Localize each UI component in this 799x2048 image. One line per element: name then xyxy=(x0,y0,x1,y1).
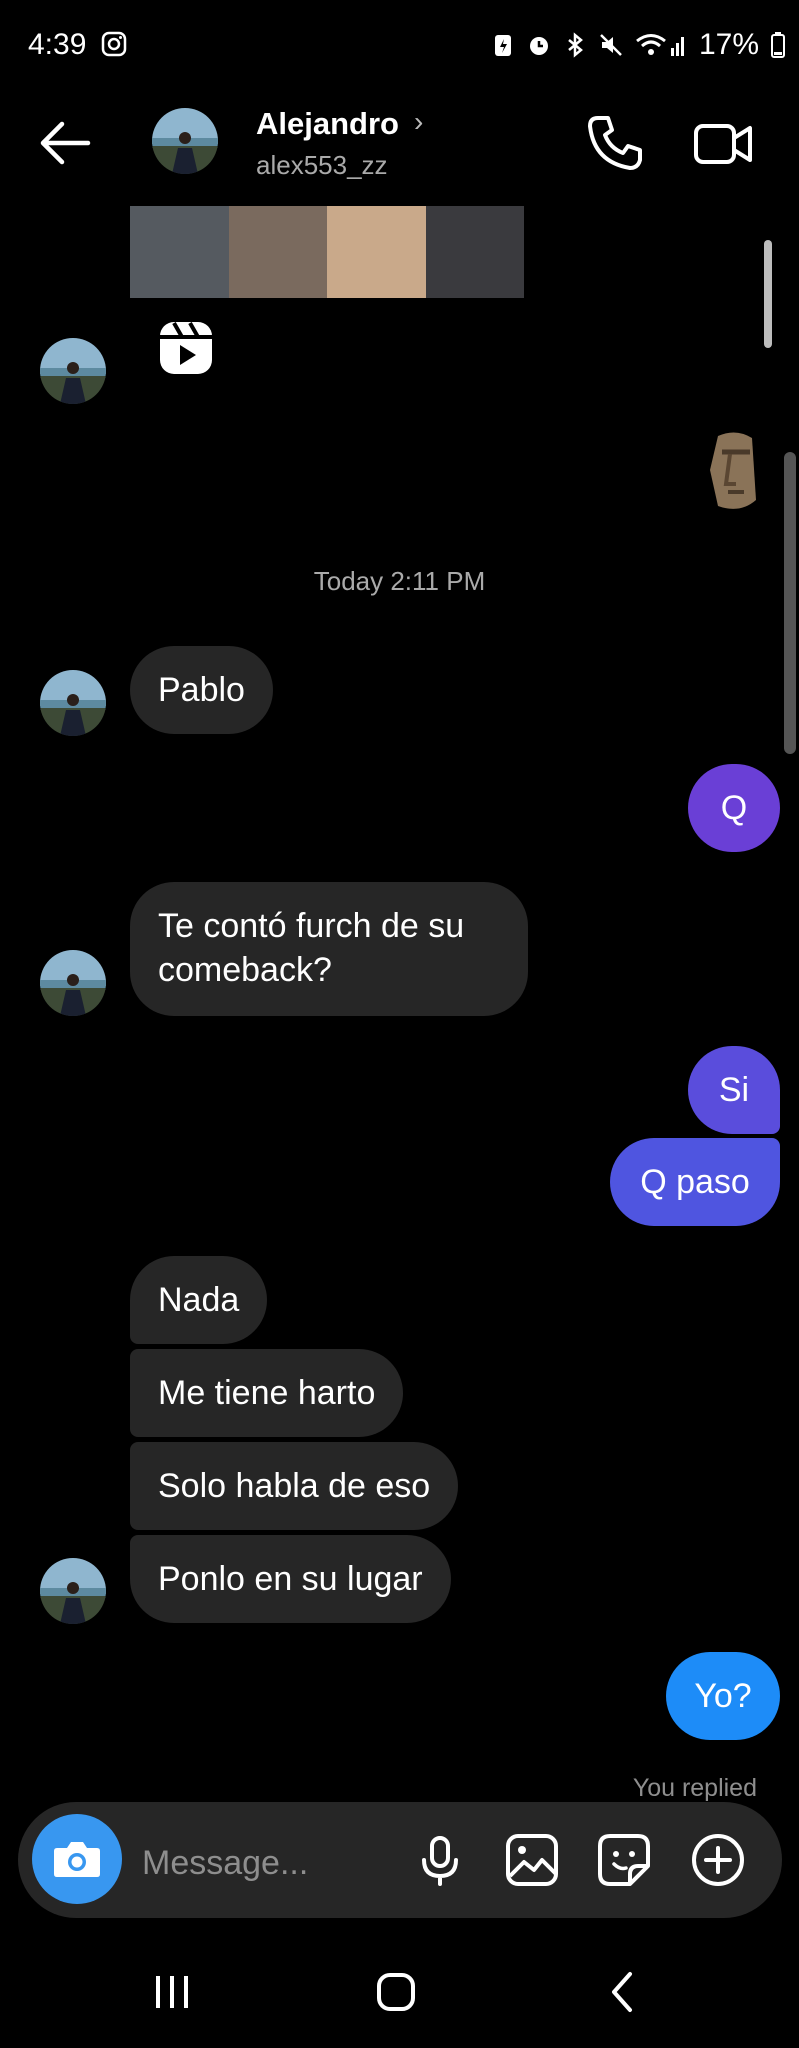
incoming-message[interactable]: Solo habla de eso xyxy=(130,1442,459,1530)
moai-emoji xyxy=(710,432,756,509)
mute-icon xyxy=(600,34,622,56)
avatar[interactable] xyxy=(40,670,106,736)
incoming-message[interactable]: Te contó furch de su comeback? xyxy=(130,882,528,1016)
microphone-icon[interactable] xyxy=(412,1832,468,1888)
scrollbar-track[interactable] xyxy=(784,452,796,754)
outgoing-message[interactable]: Q xyxy=(688,764,780,852)
avatar[interactable] xyxy=(40,950,106,1016)
reel-icon[interactable] xyxy=(158,320,214,376)
phone-icon[interactable] xyxy=(584,112,646,174)
nav-back-icon[interactable] xyxy=(592,1962,652,2022)
contact-name[interactable]: Alejandro xyxy=(256,106,399,142)
bluetooth-icon xyxy=(568,32,583,58)
avatar[interactable] xyxy=(40,1558,106,1624)
battery-percent: 17% xyxy=(698,28,759,61)
camera-icon xyxy=(54,1842,100,1877)
incoming-message[interactable]: Ponlo en su lugar xyxy=(130,1535,451,1623)
incoming-message[interactable]: Pablo xyxy=(130,646,273,734)
video-camera-icon[interactable] xyxy=(692,114,756,174)
shared-media-thumbnail[interactable] xyxy=(130,206,524,298)
message-line: Te contó furch de su xyxy=(158,907,465,945)
recents-icon[interactable] xyxy=(142,1962,202,2022)
status-time: 4:39 xyxy=(28,28,127,62)
incoming-message[interactable]: Me tiene harto xyxy=(130,1349,404,1437)
you-replied-label: You replied xyxy=(632,1774,757,1802)
battery-saver-icon xyxy=(494,35,511,56)
outgoing-message[interactable]: Q paso xyxy=(610,1138,780,1226)
message-line: comeback? xyxy=(158,951,332,989)
instagram-status-icon xyxy=(101,31,126,57)
incoming-message[interactable]: Nada xyxy=(130,1256,268,1344)
back-arrow-icon[interactable] xyxy=(38,116,92,170)
outgoing-message[interactable]: Yo? xyxy=(666,1652,780,1740)
scrollbar-thumb[interactable] xyxy=(764,240,772,348)
header-avatar[interactable] xyxy=(152,108,218,174)
timestamp: Today 2:11 PM xyxy=(313,566,486,596)
wifi-signal-icon xyxy=(636,34,684,56)
plus-circle-icon[interactable] xyxy=(690,1832,746,1888)
message-input[interactable] xyxy=(140,1834,394,1892)
contact-username[interactable]: alex553_zz xyxy=(256,150,388,181)
chevron-right-icon[interactable]: › xyxy=(414,106,423,138)
camera-button[interactable] xyxy=(32,1814,122,1904)
outgoing-message[interactable]: Si xyxy=(688,1046,780,1134)
gallery-icon[interactable] xyxy=(504,1832,560,1888)
status-icons: 17% xyxy=(491,28,785,62)
message-composer xyxy=(18,1802,782,1918)
home-icon[interactable] xyxy=(366,1962,426,2022)
avatar[interactable] xyxy=(40,338,106,404)
sticker-icon[interactable] xyxy=(596,1832,652,1888)
battery-icon xyxy=(771,32,785,58)
alarm-icon xyxy=(529,37,548,55)
